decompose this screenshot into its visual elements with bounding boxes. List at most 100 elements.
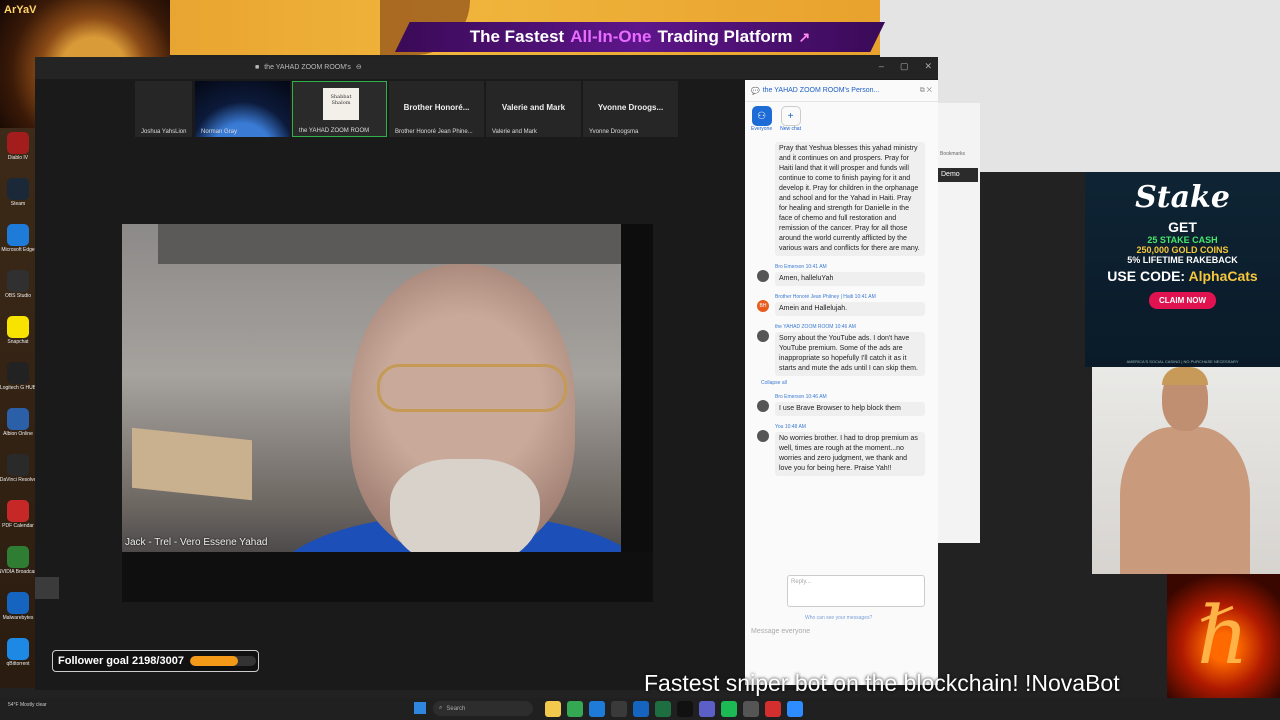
- mail-icon[interactable]: [633, 701, 649, 717]
- excel-icon[interactable]: [655, 701, 671, 717]
- participant-thumb[interactable]: Yvonne Droogs... Yvonne Droogsma: [583, 81, 678, 137]
- participant-name: Joshua YahsLion: [141, 129, 187, 135]
- taskbar-search[interactable]: ⌕ Search: [433, 701, 533, 716]
- desktop-shortcut[interactable]: Microsoft Edge: [1, 224, 35, 253]
- participant-thumb-self[interactable]: Joshua YahsLion: [135, 81, 192, 137]
- desktop-shortcut[interactable]: OBS Studio: [5, 270, 31, 299]
- desktop-shortcut[interactable]: DaVinci Resolve: [0, 454, 36, 483]
- list-item: Pray that Yeshua blesses this yahad mini…: [755, 142, 925, 256]
- taskbar: 54°F Mostly clear ⌕ Search: [0, 698, 1280, 720]
- stake-line-1: 25 STAKE CASH: [1147, 235, 1218, 245]
- file-explorer-icon[interactable]: [545, 701, 561, 717]
- stake-line-2: 250,000 GOLD COINS: [1136, 245, 1229, 255]
- message-composer[interactable]: Message everyone: [751, 628, 810, 635]
- trading-ad-banner[interactable]: The Fastest All-In-One Trading Platform …: [395, 22, 885, 52]
- close-button[interactable]: ✕: [924, 61, 932, 72]
- opera-icon[interactable]: [765, 701, 781, 717]
- chat-panel: 💬 the YAHAD ZOOM ROOM's Person... ⧉ ✕ ⚇ …: [745, 80, 938, 685]
- collapse-all-link[interactable]: Collapse all: [761, 380, 925, 386]
- desktop-shortcut[interactable]: Diablo IV: [5, 132, 31, 161]
- desktop-shortcut[interactable]: Steam: [5, 178, 31, 207]
- participant-thumb[interactable]: Valerie and Mark Valerie and Mark: [486, 81, 581, 137]
- follower-goal-fill: [189, 656, 239, 666]
- zoom-icon[interactable]: [787, 701, 803, 717]
- streamer-webcam: [1092, 367, 1280, 574]
- speaker-name: Jack - Trel - Vero Essene Yahad: [125, 537, 268, 548]
- glyph-icon: ℏ: [1197, 589, 1249, 682]
- participant-thumb[interactable]: Shabbat Shalom the YAHAD ZOOM ROOM: [292, 81, 387, 137]
- app-icon: [7, 362, 29, 384]
- follower-goal-bar: [189, 656, 256, 666]
- code-label: USE CODE:: [1107, 268, 1186, 284]
- who-can-see-link[interactable]: Who can see your messages?: [805, 615, 872, 621]
- desktop-shortcut[interactable]: Malwarebytes: [3, 592, 33, 621]
- tab-label: Everyone: [751, 126, 773, 132]
- desktop-shortcut[interactable]: NVIDIA Broadcast: [0, 546, 38, 575]
- message-author: Bro Emerson 10:46 AM: [775, 394, 827, 400]
- message-list: Pray that Yeshua blesses this yahad mini…: [755, 142, 925, 482]
- settings-icon[interactable]: [743, 701, 759, 717]
- participant-name: Yvonne Droogsma: [589, 129, 639, 135]
- desktop-shortcut[interactable]: PDF Calendar: [2, 500, 34, 529]
- zoom-title: the YAHAD ZOOM ROOM's: [264, 63, 351, 71]
- zoom-title-bar: ■ the YAHAD ZOOM ROOM's ⊖ – ▢ ✕: [35, 57, 938, 79]
- start-button[interactable]: [414, 702, 426, 714]
- stake-code-line: USE CODE: AlphaCats: [1085, 268, 1280, 284]
- stake-ad[interactable]: Stake GET 25 STAKE CASH 250,000 GOLD COI…: [1085, 172, 1280, 367]
- app-icon: [7, 592, 29, 614]
- desktop-shortcut[interactable]: Albion Online: [3, 408, 33, 437]
- bookmarks-label: Bookmarks: [940, 151, 966, 157]
- chat-tabs: ⚇ Everyone + New chat: [751, 106, 801, 132]
- app-icon: [7, 408, 29, 430]
- store-icon[interactable]: [611, 701, 627, 717]
- weather-widget[interactable]: 54°F Mostly clear: [8, 702, 47, 708]
- tab-everyone[interactable]: ⚇ Everyone: [751, 106, 772, 132]
- desktop-shortcut[interactable]: Snapchat: [5, 316, 31, 345]
- popout-icon[interactable]: ⧉ ✕: [920, 87, 932, 95]
- avatar: [757, 430, 769, 442]
- chrome-icon[interactable]: [567, 701, 583, 717]
- streamer-body: [1120, 427, 1250, 574]
- participant-thumb[interactable]: Brother Honoré... Brother Honoré Jean Phi…: [389, 81, 484, 137]
- participant-name: the YAHAD ZOOM ROOM: [299, 128, 370, 134]
- desktop-shortcut-label: PDF Calendar: [2, 523, 34, 529]
- video-control-button[interactable]: [35, 577, 59, 599]
- message-text: Sorry about the YouTube ads. I don't hav…: [775, 332, 925, 376]
- desktop-shortcut[interactable]: qBittorrent: [5, 638, 31, 667]
- list-item: Bro Emerson 10:46 AM I use Brave Browser …: [755, 392, 925, 416]
- desktop-shortcut-label: Diablo IV: [7, 155, 29, 161]
- x-icon[interactable]: [677, 701, 693, 717]
- active-speaker-video[interactable]: Jack - Trel - Vero Essene Yahad: [122, 224, 653, 602]
- desktop-shortcut-label: qBittorrent: [6, 661, 30, 667]
- lion-text: ArYaV: [4, 4, 37, 16]
- desktop-shortcut-label: NVIDIA Broadcast: [0, 569, 39, 575]
- desktop-shortcut[interactable]: Logitech G HUB: [0, 362, 36, 391]
- info-icon[interactable]: ⊖: [356, 63, 362, 71]
- list-item: the YAHAD ZOOM ROOM 10:46 AM Sorry about …: [755, 322, 925, 376]
- maximize-button[interactable]: ▢: [900, 61, 909, 72]
- reply-input[interactable]: Reply...: [787, 575, 925, 607]
- window-controls: – ▢ ✕: [879, 61, 932, 72]
- chat-icon: 💬: [751, 87, 760, 95]
- chat-title: the YAHAD ZOOM ROOM's Person...: [762, 87, 880, 94]
- video-table: [132, 427, 252, 501]
- demo-label[interactable]: Demo: [938, 168, 978, 182]
- participant-thumb[interactable]: Norman Gray: [195, 81, 290, 137]
- spotify-icon[interactable]: [721, 701, 737, 717]
- edge-icon[interactable]: [589, 701, 605, 717]
- teams-icon[interactable]: [699, 701, 715, 717]
- desktop-shortcut-label: Logitech G HUB: [0, 385, 37, 391]
- claim-now-button[interactable]: CLAIM NOW: [1148, 292, 1217, 309]
- minimize-button[interactable]: –: [879, 61, 884, 72]
- background-browser-window: Bookmarks Demo: [938, 103, 980, 543]
- desktop-shortcut-label: Steam: [10, 201, 26, 207]
- app-icon: [7, 500, 29, 522]
- follower-goal-label: Follower goal 2198/3007: [58, 655, 184, 667]
- trend-arrow-icon: ↗: [798, 28, 811, 45]
- tab-new-chat[interactable]: + New chat: [780, 106, 801, 132]
- prayer-message: Pray that Yeshua blesses this yahad mini…: [775, 142, 925, 256]
- shabbat-logo: Shabbat Shalom: [323, 88, 359, 120]
- reply-placeholder: Reply...: [791, 579, 811, 585]
- video-ceiling: [158, 224, 621, 264]
- stake-get: GET: [1168, 219, 1197, 235]
